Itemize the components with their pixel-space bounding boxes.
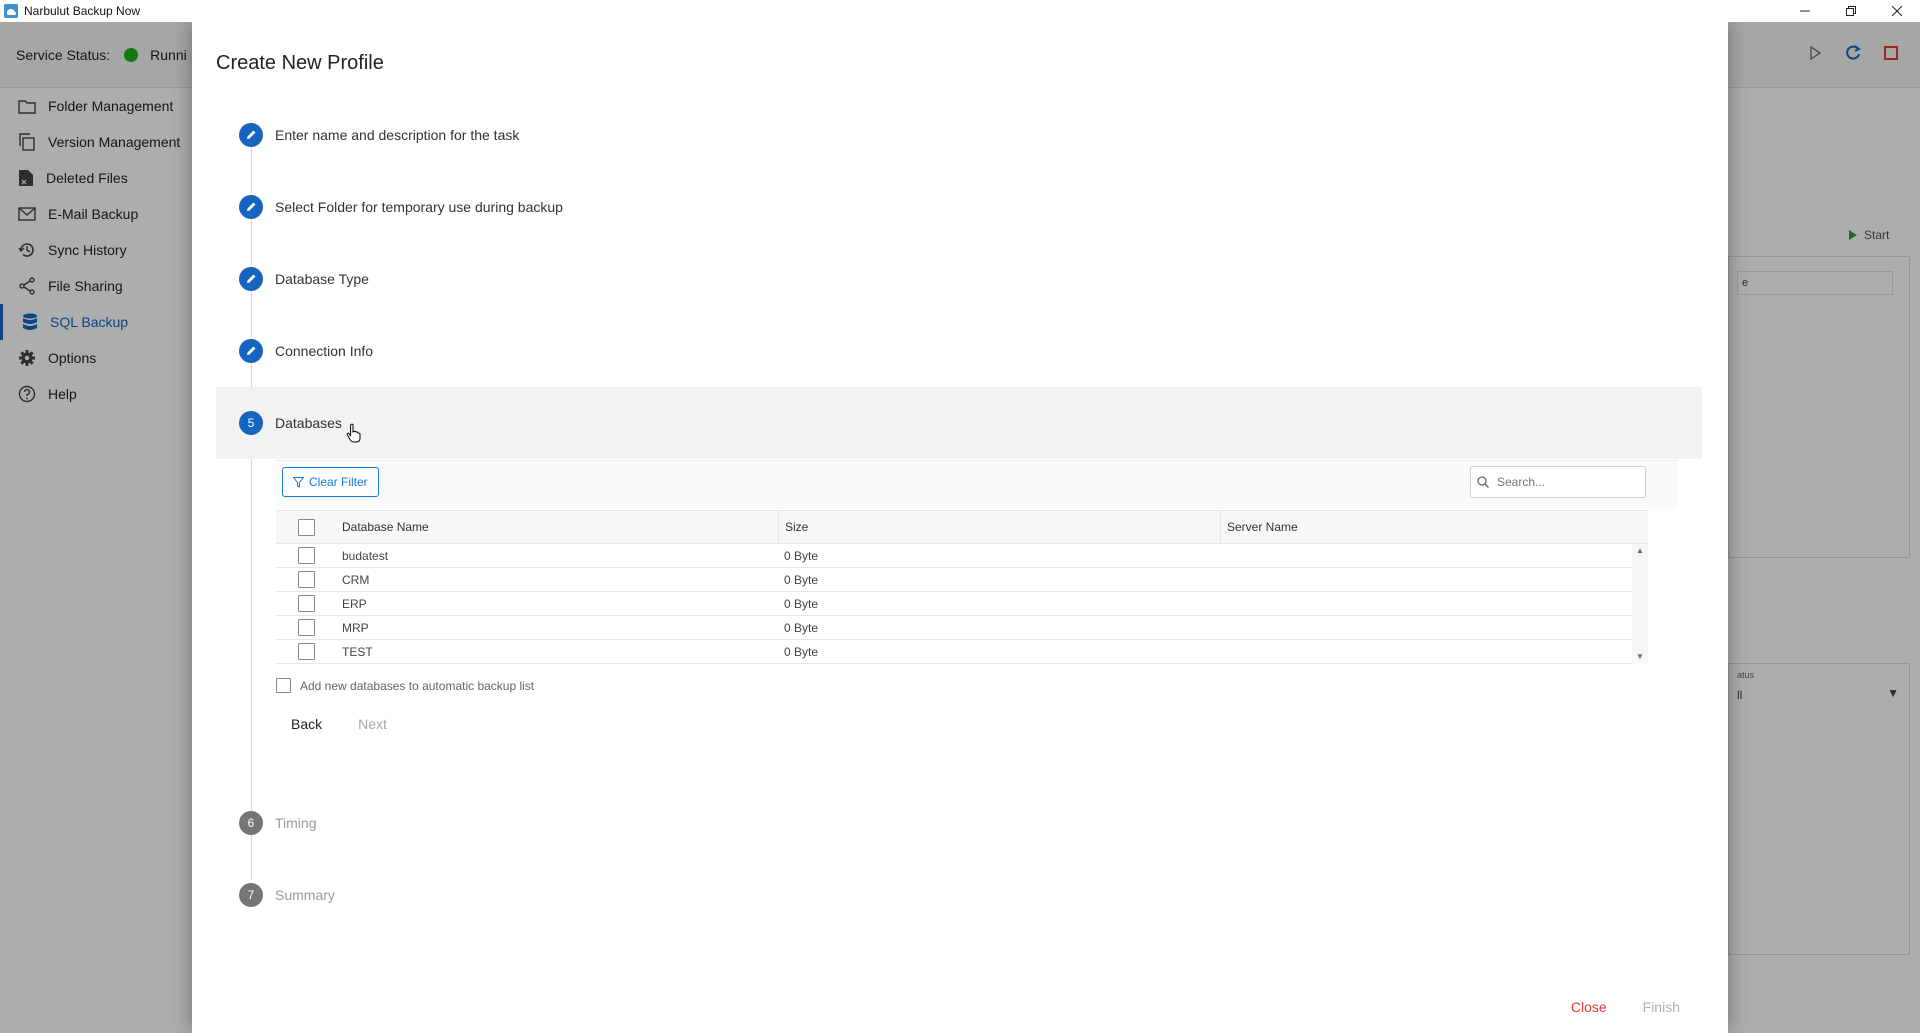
table-row[interactable]: budatest 0 Byte [276, 544, 1632, 568]
size-cell: 0 Byte [784, 596, 819, 611]
auto-add-label: Add new databases to automatic backup li… [300, 678, 535, 693]
step-7[interactable]: 7 Summary [216, 859, 1702, 931]
app-logo-icon [4, 4, 18, 18]
step-number: 5 [239, 411, 263, 435]
step-5[interactable]: 5 Databases [216, 387, 1702, 459]
server-name-cell [1220, 592, 1632, 615]
step-navigation: Back Next [276, 708, 402, 740]
step-label: Databases [275, 415, 342, 431]
clear-filter-button[interactable]: Clear Filter [282, 467, 379, 497]
size-cell: 0 Byte [784, 572, 819, 587]
step-1[interactable]: Enter name and description for the task [216, 99, 1702, 171]
window-titlebar: Narbulut Backup Now [0, 0, 1920, 22]
step-label: Database Type [275, 271, 369, 287]
grid-toolbar: Clear Filter [276, 460, 1678, 509]
row-checkbox[interactable] [297, 595, 315, 612]
grid-scrollbar[interactable]: ▲ ▼ [1632, 544, 1648, 664]
restore-icon [1846, 6, 1856, 16]
size-cell: 0 Byte [784, 548, 819, 563]
grid-header: Database Name Size Server Name [276, 510, 1648, 544]
finish-button[interactable]: Finish [1631, 991, 1692, 1023]
step-label: Select Folder for temporary use during b… [275, 199, 563, 215]
server-name-cell [1220, 616, 1632, 639]
size-cell: 0 Byte [784, 620, 819, 635]
grid-body: budatest 0 Byte CRM 0 Byte ERP 0 Byte MR… [276, 544, 1648, 664]
step-6[interactable]: 6 Timing [216, 787, 1702, 859]
step-4[interactable]: Connection Info [216, 315, 1702, 387]
close-button[interactable]: Close [1559, 991, 1619, 1023]
step-number: 7 [239, 883, 263, 907]
edit-icon [239, 267, 263, 291]
column-header-server-name[interactable]: Server Name [1220, 511, 1648, 543]
step-label: Enter name and description for the task [275, 127, 520, 143]
database-name-cell: MRP [342, 620, 369, 635]
table-row[interactable]: MRP 0 Byte [276, 616, 1632, 640]
minimize-button[interactable] [1782, 0, 1828, 22]
edit-icon [239, 123, 263, 147]
auto-add-checkbox[interactable] [276, 678, 291, 693]
column-header-database-name[interactable]: Database Name [336, 511, 778, 543]
window-title: Narbulut Backup Now [24, 4, 141, 18]
table-row[interactable]: TEST 0 Byte [276, 640, 1632, 664]
next-button[interactable]: Next [343, 708, 402, 740]
minimize-icon [1800, 10, 1810, 12]
select-all-checkbox[interactable] [297, 518, 315, 536]
row-checkbox[interactable] [297, 571, 315, 588]
window-close-button[interactable] [1874, 0, 1920, 22]
search-box[interactable] [1470, 466, 1646, 498]
database-name-cell: CRM [342, 572, 370, 587]
step-number: 6 [239, 811, 263, 835]
server-name-cell [1220, 544, 1632, 567]
create-profile-dialog: Create New Profile Enter name and descri… [192, 22, 1728, 1033]
scroll-down-icon[interactable]: ▼ [1632, 650, 1648, 664]
row-checkbox[interactable] [297, 643, 315, 660]
step-label: Summary [275, 887, 335, 903]
column-header-size[interactable]: Size [778, 511, 1220, 543]
dialog-footer: Close Finish [1559, 991, 1692, 1023]
filter-icon [293, 476, 304, 488]
dialog-title: Create New Profile [216, 52, 384, 74]
edit-icon [239, 339, 263, 363]
server-name-cell [1220, 640, 1632, 663]
size-cell: 0 Byte [784, 644, 819, 659]
scroll-up-icon[interactable]: ▲ [1632, 544, 1648, 558]
server-name-cell [1220, 568, 1632, 591]
step-3[interactable]: Database Type [216, 243, 1702, 315]
close-icon [1892, 6, 1902, 16]
table-row[interactable]: ERP 0 Byte [276, 592, 1632, 616]
restore-button[interactable] [1828, 0, 1874, 22]
step-2[interactable]: Select Folder for temporary use during b… [216, 171, 1702, 243]
database-name-cell: budatest [342, 548, 389, 563]
step-label: Timing [275, 815, 317, 831]
edit-icon [239, 195, 263, 219]
row-checkbox[interactable] [297, 619, 315, 636]
database-name-cell: ERP [342, 596, 367, 611]
row-checkbox[interactable] [297, 547, 315, 564]
auto-add-option[interactable]: Add new databases to automatic backup li… [276, 678, 534, 693]
hand-cursor-icon [346, 423, 361, 443]
search-input[interactable] [1495, 474, 1639, 490]
databases-grid: Database Name Size Server Name budatest … [276, 510, 1648, 664]
back-button[interactable]: Back [276, 708, 337, 740]
database-name-cell: TEST [342, 644, 373, 659]
clear-filter-label: Clear Filter [309, 475, 368, 489]
table-row[interactable]: CRM 0 Byte [276, 568, 1632, 592]
step-label: Connection Info [275, 343, 374, 359]
search-icon [1477, 476, 1489, 488]
